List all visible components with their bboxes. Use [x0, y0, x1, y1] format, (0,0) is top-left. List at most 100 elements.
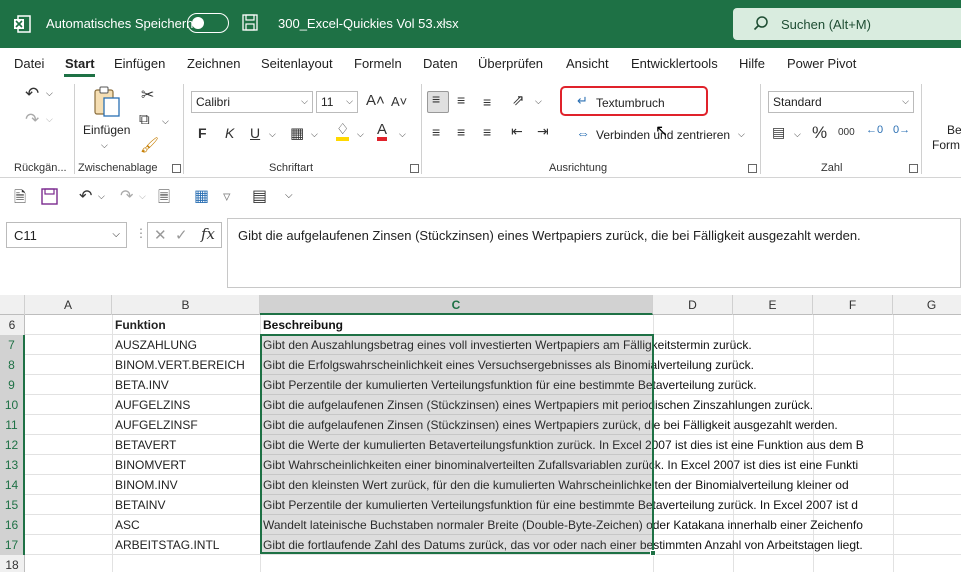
undo-icon[interactable]: ↶	[79, 186, 92, 206]
merge-center-icon[interactable]: ⇔	[576, 125, 590, 141]
row-header[interactable]: 18	[0, 555, 25, 572]
border-icon[interactable]: ▦	[290, 124, 304, 142]
tab-einfuegen[interactable]: Einfügen	[114, 56, 165, 71]
format-painter-icon[interactable]: 🖌	[140, 136, 159, 154]
decrease-decimal-icon[interactable]: 0→	[893, 124, 910, 136]
chevron-down-icon[interactable]: ⌵	[46, 114, 53, 125]
font-size-select[interactable]: 11 ⌵	[316, 91, 358, 113]
increase-font-icon[interactable]: A˄	[366, 92, 385, 109]
fill-color-icon[interactable]: ♢	[336, 122, 350, 141]
row-header[interactable]: 10	[0, 395, 25, 415]
redo-icon[interactable]: ↷	[120, 186, 133, 206]
wrap-text-button[interactable]: Textumbruch	[596, 96, 665, 110]
align-center-icon[interactable]: ≡	[457, 124, 465, 140]
tab-zeichnen[interactable]: Zeichnen	[187, 56, 240, 71]
align-right-icon[interactable]: ≡	[483, 124, 491, 140]
tab-start[interactable]: Start	[65, 56, 95, 71]
chevron-down-icon[interactable]: ⌵	[139, 191, 146, 202]
decrease-indent-icon[interactable]: ⇤	[511, 123, 523, 140]
chevron-down-icon[interactable]: ⌵	[738, 129, 745, 140]
dialog-launcher-icon[interactable]	[172, 164, 181, 173]
accounting-format-icon[interactable]: ▤	[772, 124, 785, 141]
row-header[interactable]: 11	[0, 415, 25, 435]
cell-b[interactable]: AUFGELZINS	[115, 398, 190, 412]
tab-ansicht[interactable]: Ansicht	[566, 56, 609, 71]
insert-function-icon[interactable]: fx	[201, 225, 215, 243]
column-header-g[interactable]: G	[893, 295, 961, 315]
select-all-corner[interactable]	[0, 295, 25, 315]
chevron-down-icon[interactable]: ⌵	[399, 129, 406, 140]
row-header[interactable]: 9	[0, 375, 25, 395]
file-name[interactable]: 300_Excel-Quickies Vol 53.xlsx	[278, 16, 459, 31]
thousands-separator-icon[interactable]: 000	[838, 127, 855, 138]
column-header-f[interactable]: F	[813, 295, 893, 315]
conditional-format-label[interactable]: Be	[947, 123, 961, 137]
increase-decimal-icon[interactable]: ←0	[866, 124, 883, 136]
column-header-c[interactable]: C	[260, 295, 653, 315]
underline-button[interactable]: U	[250, 125, 260, 141]
cell-b[interactable]: ARBEITSTAG.INTL	[115, 538, 219, 552]
tab-entwicklertools[interactable]: Entwicklertools	[631, 56, 718, 71]
chevron-down-icon[interactable]: ⌵	[101, 140, 108, 151]
tab-power-pivot[interactable]: Power Pivot	[787, 56, 856, 71]
name-box[interactable]: C11 ⌵	[6, 222, 127, 248]
align-bottom-icon[interactable]: ≡	[483, 94, 491, 110]
new-file-icon[interactable]: 🗎	[14, 187, 26, 212]
fill-handle[interactable]	[650, 550, 656, 556]
chevron-down-icon[interactable]: ⌵	[46, 88, 53, 99]
dialog-launcher-icon[interactable]	[410, 164, 419, 173]
search-box[interactable]: Suchen (Alt+M)	[733, 8, 961, 40]
row-header[interactable]: 16	[0, 515, 25, 535]
column-header-a[interactable]: A	[25, 295, 112, 315]
autosave-toggle[interactable]	[187, 13, 229, 33]
column-header-e[interactable]: E	[733, 295, 813, 315]
print-preview-icon[interactable]: 🗏	[158, 187, 170, 212]
font-color-icon[interactable]: A	[377, 122, 388, 141]
conditional-format-label-2[interactable]: Form	[932, 138, 960, 152]
cell-b[interactable]: BINOMVERT	[115, 458, 186, 472]
chevron-down-icon[interactable]: ⌵	[535, 96, 542, 107]
chevron-down-icon[interactable]: ⌵	[357, 129, 364, 140]
number-format-select[interactable]: Standard ⌵	[768, 91, 914, 113]
undo-icon[interactable]: ↶	[25, 84, 39, 104]
increase-indent-icon[interactable]: ⇥	[537, 123, 549, 140]
cell-b[interactable]: ASC	[115, 518, 140, 532]
row-header[interactable]: 12	[0, 435, 25, 455]
copy-icon[interactable]: ⧉	[139, 111, 150, 128]
chevron-down-icon[interactable]: ⌵	[794, 129, 801, 140]
column-header-d[interactable]: D	[653, 295, 733, 315]
formula-input[interactable]: Gibt die aufgelaufenen Zinsen (Stückzins…	[227, 218, 961, 288]
chevron-down-icon[interactable]: ⌵	[269, 129, 276, 140]
chevron-down-icon[interactable]: ⌵	[311, 129, 318, 140]
filter-icon[interactable]: ▿	[223, 187, 231, 205]
chevron-down-icon[interactable]: ⌵	[439, 17, 447, 28]
cell-c[interactable]: Beschreibung	[263, 318, 343, 332]
paste-icon[interactable]	[92, 86, 122, 118]
row-header[interactable]: 8	[0, 355, 25, 375]
save-icon[interactable]	[41, 188, 58, 205]
tab-hilfe[interactable]: Hilfe	[739, 56, 765, 71]
save-icon[interactable]	[242, 14, 258, 31]
cell-b[interactable]: BINOM.VERT.BEREICH	[115, 358, 245, 372]
cell-b[interactable]: BINOM.INV	[115, 478, 178, 492]
cancel-icon[interactable]: ✕	[154, 226, 167, 244]
dialog-launcher-icon[interactable]	[748, 164, 757, 173]
bold-button[interactable]: F	[198, 125, 207, 141]
tab-formeln[interactable]: Formeln	[354, 56, 402, 71]
row-header[interactable]: 15	[0, 495, 25, 515]
confirm-icon[interactable]: ✓	[175, 226, 188, 244]
tab-ueberpruefen[interactable]: Überprüfen	[478, 56, 543, 71]
cell-b[interactable]: BETAINV	[115, 498, 165, 512]
cell-b[interactable]: BETAVERT	[115, 438, 176, 452]
row-header[interactable]: 17	[0, 535, 25, 555]
cell-b[interactable]: AUSZAHLUNG	[115, 338, 197, 352]
chevron-down-icon[interactable]: ⌵	[98, 191, 105, 202]
table-icon[interactable]: ▦	[194, 186, 209, 206]
tab-seitenlayout[interactable]: Seitenlayout	[261, 56, 333, 71]
redo-icon[interactable]: ↷	[25, 110, 39, 130]
dialog-launcher-icon[interactable]	[909, 164, 918, 173]
cell-b[interactable]: Funktion	[115, 318, 166, 332]
customize-qat-icon[interactable]: ⌵	[285, 190, 293, 201]
row-header[interactable]: 6	[0, 315, 25, 335]
row-header[interactable]: 7	[0, 335, 25, 355]
